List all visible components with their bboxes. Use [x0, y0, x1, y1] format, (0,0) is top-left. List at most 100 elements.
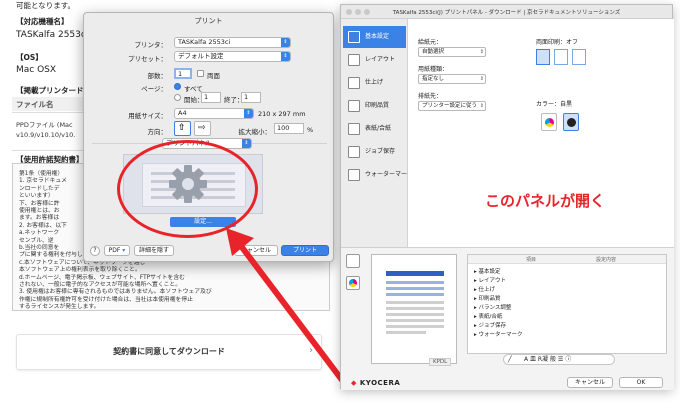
document-view-icon[interactable]	[346, 254, 360, 268]
preview-line	[386, 281, 444, 284]
sidebar-item-label: ウォーターマーク	[365, 171, 414, 178]
os-heading: 【OS】	[16, 53, 43, 62]
kyocera-logo-text: KYOCERA	[359, 379, 401, 387]
annotation-caption: このパネルが開く	[485, 192, 606, 210]
color-swatch-icon	[545, 118, 554, 127]
duplex-checkbox[interactable]	[197, 70, 204, 77]
sidebar-item-cover[interactable]: 表紙/合紙	[343, 118, 406, 140]
summary-item[interactable]: ▸ レイアウト	[474, 276, 506, 284]
scale-input[interactable]: 100	[274, 123, 304, 134]
summary-item[interactable]: ▸ バランス調整	[474, 303, 511, 311]
summary-item-label: レイアウト	[478, 278, 507, 284]
help-button[interactable]: ?	[90, 246, 100, 256]
sidebar-item-basic[interactable]: 基本設定	[343, 26, 406, 48]
summary-item-label: ジョブ保存	[478, 323, 507, 329]
scale-label: 拡大縮小：	[238, 128, 272, 136]
preview-line	[386, 307, 444, 310]
preview-line	[386, 319, 444, 322]
color-view-icon[interactable]	[346, 276, 360, 290]
preset-select[interactable]: デフォルト設定 ⇕	[174, 51, 291, 62]
summary-item-label: 表紙/合紙	[478, 314, 503, 320]
duplex-label: 両面	[207, 72, 220, 80]
color-status-label: カラー：自黒	[536, 101, 573, 108]
os-value: Mac OSX	[16, 65, 57, 75]
preset-label: プリセット：	[128, 55, 167, 63]
sidebar-item-job-storage[interactable]: ジョブ保存	[343, 141, 406, 163]
portrait-icon: ⇧	[178, 123, 186, 133]
preview-line	[386, 331, 426, 334]
summary-item[interactable]: ▸ ジョブ保存	[474, 321, 506, 329]
duplex-long-edge-icon[interactable]	[554, 49, 568, 65]
duplex-short-edge-icon[interactable]	[572, 49, 586, 65]
summary-item-label: バランス調整	[478, 305, 512, 311]
copies-label: 部数：	[147, 72, 168, 80]
updown-arrow-icon: ⇕	[281, 52, 290, 61]
mono-mode-icon[interactable]	[563, 113, 579, 131]
portrait-button[interactable]: ⇧	[174, 121, 191, 136]
toolbar-icons: A 皿 R凝 般 ☰ ⓘ	[524, 356, 572, 363]
pages-range-radio[interactable]	[174, 94, 181, 101]
pdl-badge: KPDL	[429, 358, 452, 366]
kyocera-ok-button[interactable]: OK	[619, 377, 663, 388]
color-mode-icon[interactable]	[541, 113, 557, 131]
settings-summary-list: 項目 設定内容 ▸ 基本設定 ▸ レイアウト ▸ 仕上げ ▸ 印刷品質 ▸ バラ…	[467, 254, 667, 354]
annotation-arrow-icon	[226, 228, 345, 383]
pages-all-label: すべて	[184, 85, 203, 93]
copies-input[interactable]: 1	[174, 68, 192, 79]
sidebar-item-quality[interactable]: 印刷品質	[343, 95, 406, 117]
ppd-file-line-1[interactable]: PPDファイル (Mac	[16, 119, 73, 129]
sidebar-item-label: ジョブ保存	[365, 148, 396, 155]
intro-text: 可能となります。	[16, 1, 76, 10]
hide-details-button[interactable]: 詳細を隠す	[134, 245, 174, 256]
sidebar-item-layout[interactable]: レイアウト	[343, 49, 406, 71]
updown-arrow-icon: ⇕	[242, 139, 251, 148]
summary-item[interactable]: ▸ 印刷品質	[474, 294, 501, 302]
preview-toolbar[interactable]: ╱ A 皿 R凝 般 ☰ ⓘ	[503, 354, 615, 365]
summary-item[interactable]: ▸ 表紙/合紙	[474, 312, 502, 320]
preset-value: デフォルト設定	[178, 52, 224, 60]
pdf-button[interactable]: PDF ▾	[104, 245, 130, 256]
kyocera-sidebar: 基本設定 レイアウト 仕上げ 印刷品質 表紙/合紙 ジョブ保存 ウォーターマーク	[341, 19, 413, 247]
paper-dimensions: 210 x 297 mm	[258, 110, 306, 118]
chevron-down-icon: ⇕	[479, 103, 484, 109]
page-preview	[371, 254, 457, 364]
updown-arrow-icon: ⇕	[281, 38, 290, 47]
preview-line	[386, 287, 444, 290]
pages-all-radio[interactable]	[174, 83, 181, 90]
summary-item-label: 仕上げ	[478, 287, 496, 293]
source-select[interactable]: 自動選択 ⇕	[418, 47, 486, 57]
media-select[interactable]: 指定なし ⇕	[418, 74, 486, 84]
pages-to-input[interactable]: 1	[241, 92, 261, 103]
paper-size-label: 用紙サイズ：	[128, 112, 167, 120]
paper-size-select[interactable]: A4 ⇕	[174, 108, 254, 119]
output-select[interactable]: プリンター設定に従う ⇕	[418, 101, 486, 111]
driver-heading: 【掲載プリンタード	[16, 86, 84, 95]
color-swatch-icon	[349, 279, 357, 287]
pdf-button-label: PDF	[108, 247, 121, 254]
printer-select[interactable]: TASKalfa 2553ci ⇕	[174, 37, 291, 48]
summary-item[interactable]: ▸ ウォーターマーク	[474, 330, 523, 338]
summary-item[interactable]: ▸ 仕上げ	[474, 285, 495, 293]
summary-item[interactable]: ▸ 基本設定	[474, 267, 501, 275]
summary-header-item: 項目	[526, 257, 537, 263]
kyocera-bottom-area: KPDL 項目 設定内容 ▸ 基本設定 ▸ レイアウト ▸ 仕上げ ▸ 印刷品質…	[341, 247, 674, 390]
kyocera-cancel-button[interactable]: キャンセル	[567, 377, 613, 388]
sidebar-item-finishing[interactable]: 仕上げ	[343, 72, 406, 94]
chevron-down-icon: ▾	[122, 247, 126, 254]
quality-icon	[348, 100, 360, 112]
media-value: 指定なし	[422, 76, 445, 82]
model-heading: 【対応機種名】	[16, 17, 69, 26]
sidebar-item-watermark[interactable]: ウォーターマーク	[343, 164, 413, 186]
pen-icon: ╱	[508, 356, 512, 363]
summary-header: 項目 設定内容	[468, 255, 666, 264]
landscape-button[interactable]: ⇨	[194, 121, 211, 136]
preview-line	[386, 301, 444, 304]
basic-settings-icon	[348, 31, 360, 43]
kyocera-logo: ◆ KYOCERA	[351, 379, 400, 387]
pages-from-input[interactable]: 1	[201, 92, 221, 103]
duplex-off-icon[interactable]	[536, 49, 550, 65]
preview-line	[386, 325, 444, 328]
paper-size-value: A4	[178, 109, 187, 117]
sidebar-item-label: 表紙/合紙	[365, 125, 392, 132]
model-value: TASKalfa 2553ci	[16, 30, 89, 40]
